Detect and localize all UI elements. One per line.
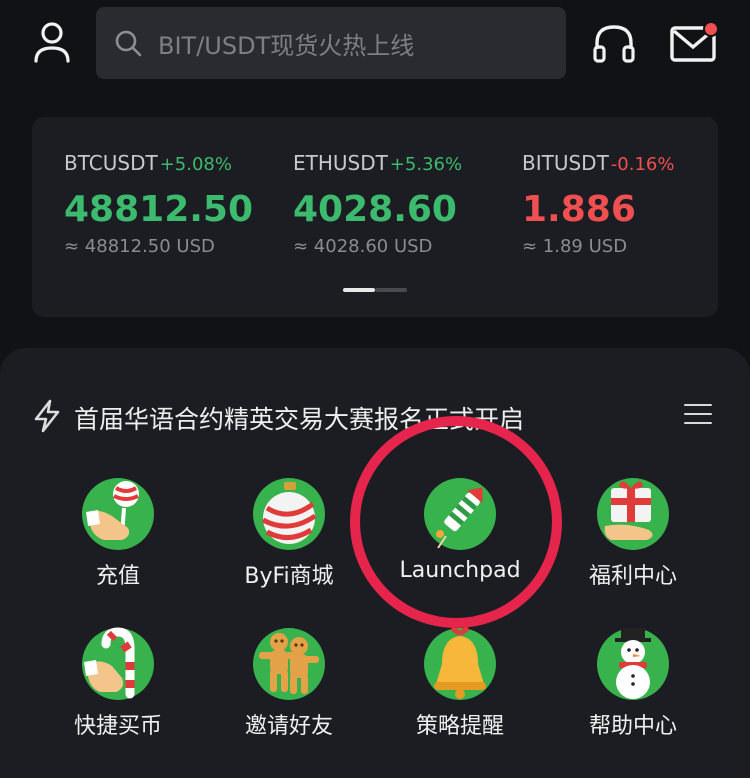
search-bar[interactable]: BIT/USDT现货火热上线 <box>96 7 566 79</box>
hand-lollipop-icon <box>82 478 154 550</box>
grid-item-byfi-mall[interactable]: ByFi商城 <box>204 478 374 590</box>
ticker-usd-value: ≈ 1.89 USD <box>522 236 628 257</box>
pager-dot-active <box>343 288 375 292</box>
grid-item-label: ByFi商城 <box>244 564 334 589</box>
ticker-symbol: BTCUSDT <box>64 151 158 175</box>
ticker-symbol: BITUSDT <box>522 151 609 175</box>
ticker-symbol: ETHUSDT <box>293 151 388 175</box>
ticker-price: 1.886 <box>522 189 636 230</box>
snowman-icon <box>597 628 669 700</box>
grid-item-label: 策略提醒 <box>415 714 504 739</box>
mail-icon[interactable] <box>668 18 722 66</box>
ticker-price: 48812.50 <box>64 189 254 230</box>
grid-item-strategy-alert[interactable]: 策略提醒 <box>375 626 545 740</box>
ticker-bitusdt[interactable]: BITUSDT -0.16% 1.886 ≈ 1.89 USD <box>522 151 742 257</box>
bell-icon <box>424 626 496 700</box>
ticker-pager[interactable] <box>343 288 407 292</box>
grid-item-label: 充值 <box>95 564 140 589</box>
pager-dot <box>375 288 407 292</box>
headset-icon[interactable] <box>590 20 638 66</box>
market-ticker-card[interactable]: BTCUSDT +5.08% 48812.50 ≈ 48812.50 USD ET… <box>32 117 718 317</box>
ticker-change: +5.08% <box>159 154 232 175</box>
search-placeholder: BIT/USDT现货火热上线 <box>158 31 415 60</box>
ticker-btcusdt[interactable]: BTCUSDT +5.08% 48812.50 ≈ 48812.50 USD <box>64 151 284 257</box>
lightning-icon <box>32 399 62 437</box>
ticker-usd-value: ≈ 4028.60 USD <box>293 236 433 257</box>
ticker-change: +5.36% <box>389 154 463 175</box>
highlight-circle-annotation <box>350 416 562 628</box>
gift-hand-icon <box>597 478 669 550</box>
ornament-icon <box>253 478 325 550</box>
announcement-bar[interactable]: 首届华语合约精英交易大赛报名正式开启 <box>32 398 722 438</box>
grid-item-label: 帮助中心 <box>588 714 677 739</box>
user-icon[interactable] <box>30 20 74 64</box>
grid-item-welfare-center[interactable]: 福利中心 <box>548 478 718 590</box>
grid-item-deposit[interactable]: 充值 <box>33 478 203 590</box>
ticker-change: -0.16% <box>610 154 675 175</box>
grid-item-label: 快捷买币 <box>73 714 162 739</box>
gingerbread-icon <box>253 628 325 700</box>
ticker-price: 4028.60 <box>293 189 457 230</box>
menu-icon[interactable] <box>684 404 712 426</box>
grid-item-label: 邀请好友 <box>244 714 333 739</box>
grid-item-invite-friends[interactable]: 邀请好友 <box>204 628 374 740</box>
top-bar: BIT/USDT现货火热上线 <box>0 0 750 92</box>
ticker-ethusdt[interactable]: ETHUSDT +5.36% 4028.60 ≈ 4028.60 USD <box>293 151 513 257</box>
grid-item-help-center[interactable]: 帮助中心 <box>548 628 718 740</box>
ticker-usd-value: ≈ 48812.50 USD <box>64 236 215 257</box>
candy-cane-icon <box>82 627 154 700</box>
grid-item-quick-buy[interactable]: 快捷买币 <box>33 627 203 740</box>
grid-item-label: 福利中心 <box>588 564 677 589</box>
search-icon <box>114 29 142 57</box>
